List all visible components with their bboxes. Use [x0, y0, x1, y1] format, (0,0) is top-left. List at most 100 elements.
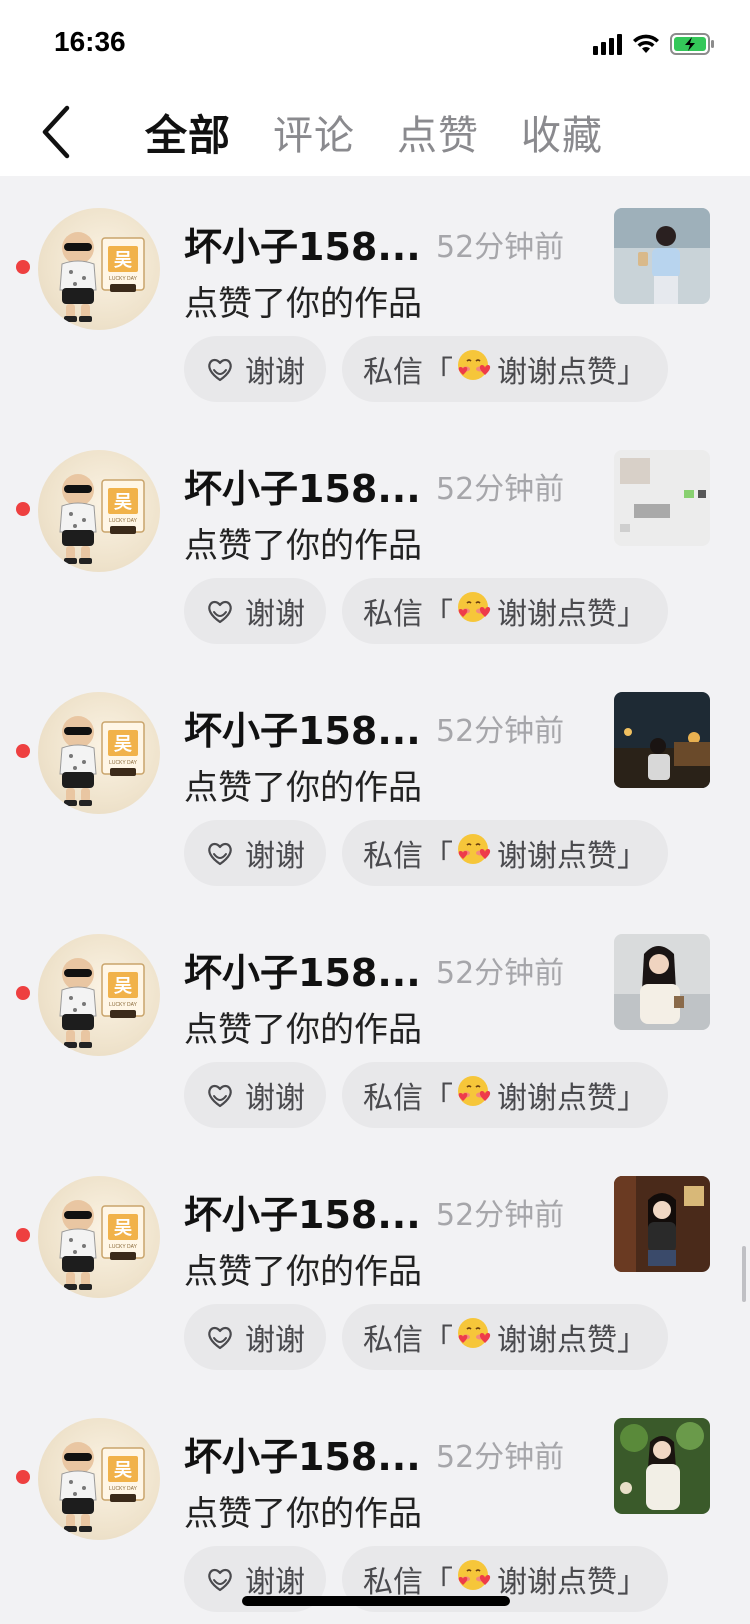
- dm-text: 谢谢点赞」: [497, 839, 647, 874]
- dm-prefix: 私信「: [363, 839, 453, 874]
- svg-text:吴: 吴: [114, 492, 132, 513]
- thanks-button[interactable]: 谢谢: [184, 820, 326, 886]
- avatar[interactable]: 吴 LUCKY DAY: [38, 450, 160, 572]
- dm-text: 谢谢点赞」: [497, 1565, 647, 1600]
- timestamp: 52分钟前: [436, 1440, 565, 1475]
- svg-text:LUCKY DAY: LUCKY DAY: [109, 518, 138, 524]
- username[interactable]: 坏小子158...: [184, 942, 421, 997]
- thanks-button[interactable]: 谢谢: [184, 336, 326, 402]
- svg-text:LUCKY DAY: LUCKY DAY: [109, 1244, 138, 1250]
- blushing-heart-emoji-icon: [455, 1557, 495, 1601]
- username[interactable]: 坏小子158...: [184, 700, 421, 755]
- avatar[interactable]: 吴 LUCKY DAY: [38, 1176, 160, 1298]
- post-thumbnail[interactable]: [614, 692, 710, 788]
- timestamp: 52分钟前: [436, 230, 565, 265]
- tab-favorites[interactable]: 收藏: [521, 103, 603, 161]
- heart-hand-icon: [208, 1326, 232, 1350]
- dm-text: 谢谢点赞」: [497, 1323, 647, 1358]
- thanks-button[interactable]: 谢谢: [184, 1304, 326, 1370]
- unread-dot: [16, 1470, 30, 1484]
- avatar[interactable]: 吴 LUCKY DAY: [38, 934, 160, 1056]
- notification-item[interactable]: 吴 LUCKY DAY 坏小子158... 52分钟前 点赞了你的作品 谢谢 私…: [0, 1386, 750, 1624]
- dm-thanks-button[interactable]: 私信「 谢谢点赞」: [342, 1304, 668, 1370]
- dm-thanks-button[interactable]: 私信「 谢谢点赞」: [342, 820, 668, 886]
- post-thumbnail[interactable]: [614, 934, 710, 1030]
- dm-thanks-button[interactable]: 私信「 谢谢点赞」: [342, 578, 668, 644]
- dm-prefix: 私信「: [363, 1565, 453, 1600]
- home-indicator: [242, 1596, 510, 1606]
- username[interactable]: 坏小子158...: [184, 1426, 421, 1481]
- status-icons: [593, 30, 716, 58]
- dm-thanks-button[interactable]: 私信「 谢谢点赞」: [342, 336, 668, 402]
- dm-text: 谢谢点赞」: [497, 1081, 647, 1116]
- notification-item[interactable]: 吴 LUCKY DAY 坏小子158... 52分钟前 点赞了你的作品 谢谢 私…: [0, 902, 750, 1144]
- tab-likes[interactable]: 点赞: [397, 103, 479, 161]
- notification-item[interactable]: 吴 LUCKY DAY 坏小子158... 52分钟前 点赞了你的作品 谢谢 私…: [0, 176, 750, 418]
- timestamp: 52分钟前: [436, 956, 565, 991]
- tab-bar: 全部 评论 点赞 收藏: [145, 88, 645, 176]
- action-text: 点赞了你的作品: [184, 1010, 422, 1050]
- thanks-label: 谢谢: [245, 597, 305, 632]
- avatar[interactable]: 吴 LUCKY DAY: [38, 208, 160, 330]
- blushing-heart-emoji-icon: [455, 1315, 495, 1359]
- signal-icon: [593, 33, 622, 55]
- dm-prefix: 私信「: [363, 1081, 453, 1116]
- blushing-heart-emoji-icon: [455, 347, 495, 391]
- timestamp: 52分钟前: [436, 1198, 565, 1233]
- unread-dot: [16, 986, 30, 1000]
- username[interactable]: 坏小子158...: [184, 1184, 421, 1239]
- action-text: 点赞了你的作品: [184, 1252, 422, 1292]
- action-text: 点赞了你的作品: [184, 526, 422, 566]
- username[interactable]: 坏小子158...: [184, 458, 421, 513]
- thanks-button[interactable]: 谢谢: [184, 578, 326, 644]
- dm-prefix: 私信「: [363, 355, 453, 390]
- action-text: 点赞了你的作品: [184, 1494, 422, 1534]
- svg-text:LUCKY DAY: LUCKY DAY: [109, 1486, 138, 1492]
- tab-comments[interactable]: 评论: [273, 103, 355, 161]
- post-thumbnail[interactable]: [614, 450, 710, 546]
- post-thumbnail[interactable]: [614, 208, 710, 304]
- notification-item[interactable]: 吴 LUCKY DAY 坏小子158... 52分钟前 点赞了你的作品 谢谢 私…: [0, 1144, 750, 1386]
- dm-thanks-button[interactable]: 私信「 谢谢点赞」: [342, 1062, 668, 1128]
- blushing-heart-emoji-icon: [455, 1073, 495, 1117]
- dm-text: 谢谢点赞」: [497, 355, 647, 390]
- action-text: 点赞了你的作品: [184, 768, 422, 808]
- battery-charging-icon: [670, 32, 716, 56]
- thanks-label: 谢谢: [245, 1081, 305, 1116]
- tab-all[interactable]: 全部: [145, 102, 231, 163]
- post-thumbnail[interactable]: [614, 1418, 710, 1514]
- svg-text:吴: 吴: [114, 250, 132, 271]
- thanks-label: 谢谢: [245, 839, 305, 874]
- username[interactable]: 坏小子158...: [184, 216, 421, 271]
- thanks-label: 谢谢: [245, 1323, 305, 1358]
- heart-hand-icon: [208, 842, 232, 866]
- thanks-label: 谢谢: [245, 1565, 305, 1600]
- blushing-heart-emoji-icon: [455, 589, 495, 633]
- notification-list: 吴 LUCKY DAY 坏小子158... 52分钟前 点赞了你的作品 谢谢 私…: [0, 176, 750, 1624]
- dm-prefix: 私信「: [363, 597, 453, 632]
- post-thumbnail[interactable]: [614, 1176, 710, 1272]
- notification-item[interactable]: 吴 LUCKY DAY 坏小子158... 52分钟前 点赞了你的作品 谢谢 私…: [0, 418, 750, 660]
- timestamp: 52分钟前: [436, 472, 565, 507]
- svg-text:吴: 吴: [114, 1218, 132, 1239]
- svg-text:吴: 吴: [114, 976, 132, 997]
- heart-hand-icon: [208, 1084, 232, 1108]
- unread-dot: [16, 502, 30, 516]
- svg-text:LUCKY DAY: LUCKY DAY: [109, 1002, 138, 1008]
- thanks-button[interactable]: 谢谢: [184, 1062, 326, 1128]
- heart-hand-icon: [208, 600, 232, 624]
- avatar[interactable]: 吴 LUCKY DAY: [38, 692, 160, 814]
- unread-dot: [16, 260, 30, 274]
- status-bar: 16:36: [0, 0, 750, 88]
- avatar[interactable]: 吴 LUCKY DAY: [38, 1418, 160, 1540]
- svg-text:吴: 吴: [114, 734, 132, 755]
- timestamp: 52分钟前: [436, 714, 565, 749]
- back-button[interactable]: [28, 102, 84, 162]
- notification-item[interactable]: 吴 LUCKY DAY 坏小子158... 52分钟前 点赞了你的作品 谢谢 私…: [0, 660, 750, 902]
- svg-text:LUCKY DAY: LUCKY DAY: [109, 760, 138, 766]
- heart-hand-icon: [208, 1568, 232, 1592]
- svg-text:LUCKY DAY: LUCKY DAY: [109, 276, 138, 282]
- svg-text:吴: 吴: [114, 1460, 132, 1481]
- scroll-indicator[interactable]: [742, 1246, 746, 1302]
- nav-header: 全部 评论 点赞 收藏: [0, 88, 750, 176]
